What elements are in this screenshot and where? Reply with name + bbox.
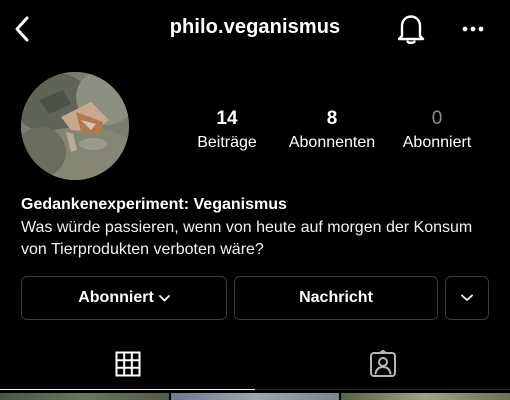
profile-avatar[interactable]	[21, 72, 129, 180]
grid-icon	[115, 351, 140, 377]
posts-count: 14	[216, 108, 238, 129]
following-button-label: Abonniert	[78, 289, 154, 306]
post-thumbnail[interactable]	[341, 393, 510, 400]
tab-divider	[255, 389, 510, 390]
following-stat[interactable]: 0 Abonniert	[393, 108, 481, 154]
bell-icon	[397, 15, 425, 45]
posts-label: Beiträge	[197, 134, 257, 151]
chevron-down-icon	[461, 294, 473, 301]
chevron-down-icon	[158, 294, 170, 302]
posts-stat[interactable]: 14 Beiträge	[187, 108, 267, 154]
selected-tab-indicator	[0, 389, 255, 390]
more-horizontal-icon	[462, 26, 484, 32]
profile-username: philo.veganismus	[169, 16, 341, 38]
tab-tagged[interactable]	[255, 340, 510, 388]
message-button-label: Nachricht	[299, 289, 373, 306]
followers-count: 8	[326, 108, 338, 129]
following-count: 0	[431, 108, 443, 129]
post-thumbnail[interactable]	[171, 393, 339, 400]
profile-tabs	[0, 340, 510, 392]
post-thumbnail[interactable]	[0, 393, 169, 400]
following-button[interactable]: Abonniert	[21, 276, 227, 320]
suggestions-toggle-button[interactable]	[445, 276, 489, 320]
bio-name: Gedankenexperiment: Veganismus	[21, 196, 287, 213]
more-options-button[interactable]	[456, 14, 490, 44]
following-label: Abonniert	[402, 134, 472, 151]
bio-text: Was würde passieren, wenn von heute auf …	[21, 219, 473, 258]
top-bar: philo.veganismus	[0, 0, 510, 58]
message-button[interactable]: Nachricht	[234, 276, 438, 320]
tab-posts-grid[interactable]	[0, 340, 255, 388]
avatar-image	[21, 72, 129, 180]
posts-grid	[0, 393, 510, 400]
tagged-person-icon	[369, 350, 396, 377]
followers-stat[interactable]: 8 Abonnenten	[283, 108, 381, 154]
notifications-button[interactable]	[394, 11, 428, 47]
followers-label: Abonnenten	[288, 134, 376, 151]
